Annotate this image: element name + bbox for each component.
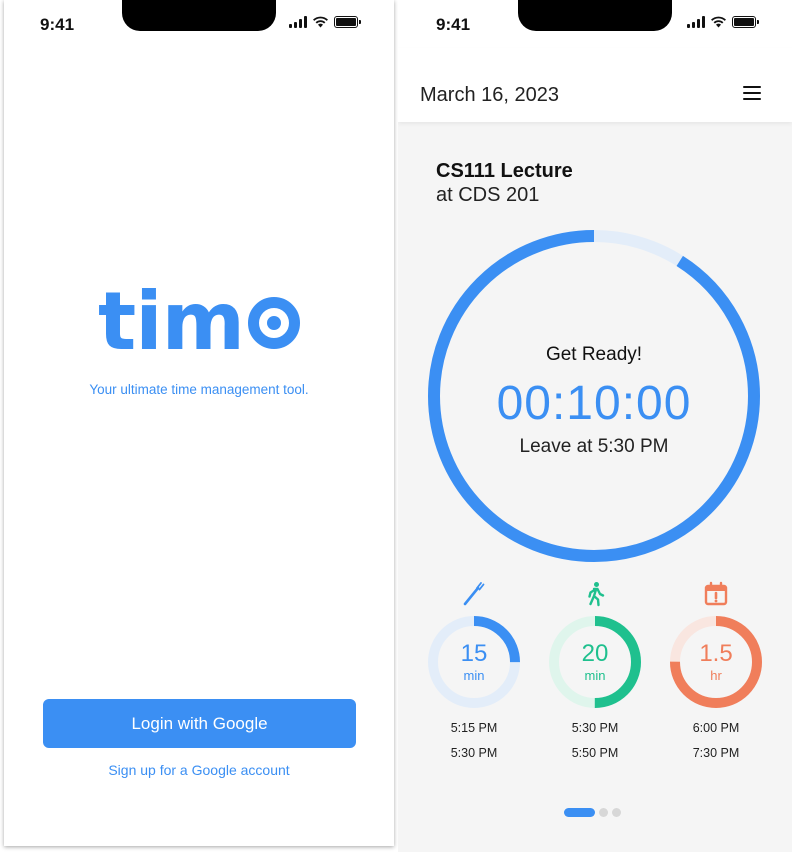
timer-status: Get Ready! bbox=[545, 344, 643, 365]
sub-timer-end: 5:50 PM bbox=[571, 746, 619, 760]
wifi-icon bbox=[313, 16, 328, 28]
leave-time: Leave at 5:30 PM bbox=[519, 436, 669, 457]
sub-timer-unit: hr bbox=[710, 668, 722, 683]
walking-person-icon bbox=[588, 582, 605, 607]
calendar-alert-icon bbox=[704, 581, 728, 606]
wifi-icon bbox=[711, 16, 726, 28]
status-icons bbox=[687, 16, 759, 28]
sub-timer-end: 5:30 PM bbox=[450, 746, 498, 760]
notch bbox=[518, 0, 672, 31]
status-time: 9:41 bbox=[436, 15, 471, 34]
timer-screen: 9:41 March 16, 2023 CS111 Lecture at CDS… bbox=[398, 0, 792, 852]
status-bar: 9:41 bbox=[4, 0, 394, 48]
timer-countdown: 00:10:00 bbox=[496, 377, 692, 430]
page-dot[interactable] bbox=[564, 808, 595, 817]
page-indicator[interactable] bbox=[564, 808, 621, 817]
status-icons bbox=[289, 16, 361, 28]
logo-text: tim bbox=[97, 275, 245, 368]
sub-timer-unit: min bbox=[463, 668, 485, 683]
logo-o-mark bbox=[248, 297, 301, 349]
tagline: Your ultimate time management tool. bbox=[89, 382, 309, 397]
event-title: CS111 Lecture bbox=[436, 160, 573, 182]
page-dot[interactable] bbox=[612, 808, 621, 817]
sub-timer-end: 7:30 PM bbox=[692, 746, 740, 760]
notch bbox=[122, 0, 276, 31]
status-time: 9:41 bbox=[40, 15, 75, 34]
app-header: March 16, 2023 bbox=[398, 48, 792, 122]
sub-timer-start: 5:30 PM bbox=[571, 721, 619, 735]
sub-timer-value: 15 bbox=[460, 640, 488, 667]
status-bar: 9:41 bbox=[398, 0, 792, 48]
sub-timer-unit: min bbox=[584, 668, 606, 683]
sub-timer-start: 5:15 PM bbox=[450, 721, 498, 735]
event-location: at CDS 201 bbox=[436, 184, 540, 206]
cellular-signal-icon bbox=[687, 16, 705, 28]
toothbrush-icon bbox=[463, 582, 485, 606]
sub-timer-value: 20 bbox=[581, 640, 609, 667]
battery-icon bbox=[334, 16, 361, 28]
battery-icon bbox=[732, 16, 759, 28]
timo-logo: tim bbox=[4, 282, 394, 362]
signup-google-link[interactable]: Sign up for a Google account bbox=[4, 762, 394, 778]
main-timer-center: Get Ready! 00:10:00 Leave at 5:30 PM bbox=[424, 226, 764, 566]
header-date: March 16, 2023 bbox=[420, 84, 559, 106]
page-dot[interactable] bbox=[599, 808, 608, 817]
hamburger-menu-icon[interactable] bbox=[743, 86, 761, 100]
cellular-signal-icon bbox=[289, 16, 307, 28]
login-with-google-button[interactable]: Login with Google bbox=[43, 699, 356, 748]
login-screen: 9:41 tim Your ultimate time management t… bbox=[4, 0, 394, 846]
sub-timer-start: 6:00 PM bbox=[692, 721, 740, 735]
sub-timer-value: 1.5 bbox=[699, 640, 733, 667]
